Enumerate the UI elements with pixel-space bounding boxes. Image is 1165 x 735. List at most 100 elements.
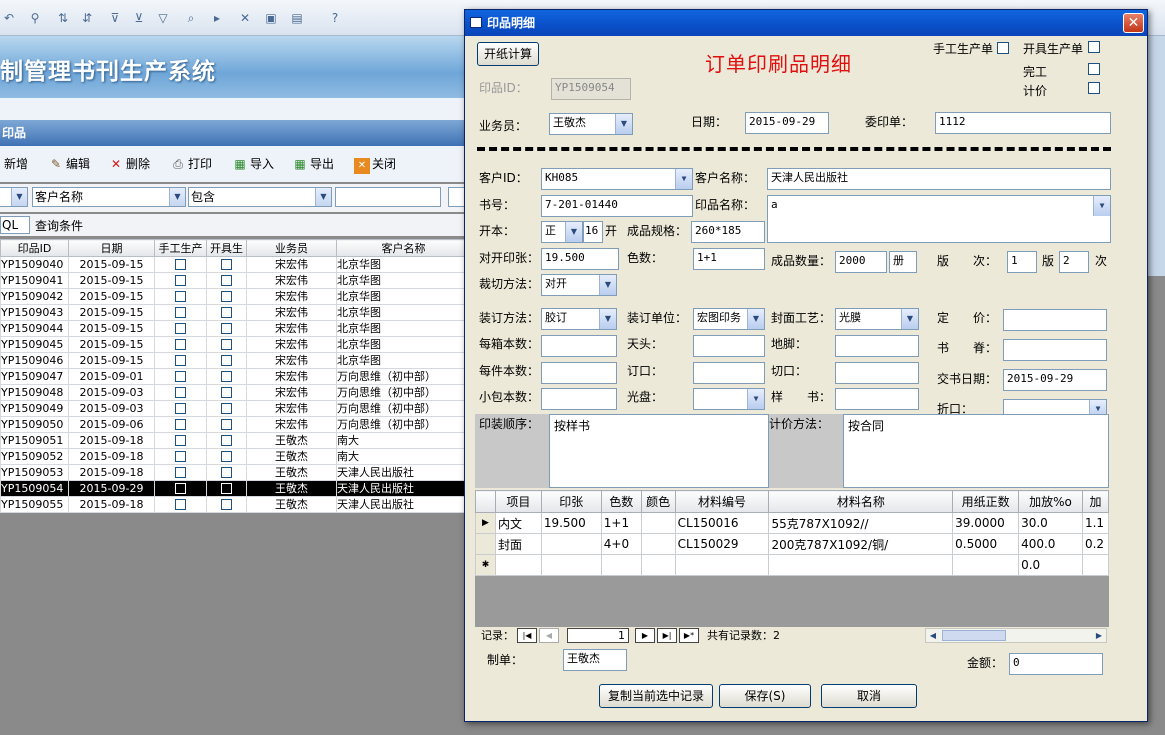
- cutmouth-field[interactable]: [835, 362, 919, 384]
- subgrid-cell[interactable]: CL150016: [674, 512, 770, 534]
- date-field[interactable]: 2015-09-29: [745, 112, 829, 134]
- table-row[interactable]: YP1509052 2015-09-18 王敬杰 南大: [0, 448, 471, 465]
- subgrid-header[interactable]: 加: [1081, 490, 1110, 513]
- subgrid-cell[interactable]: [600, 554, 642, 576]
- gutter-field[interactable]: [693, 362, 765, 384]
- filter-op-select[interactable]: 包含 ▼: [188, 187, 332, 207]
- subgrid-header[interactable]: 材料编号: [674, 490, 770, 513]
- grid-header[interactable]: 开具生: [206, 239, 247, 257]
- foot-field[interactable]: [835, 335, 919, 357]
- qty-field[interactable]: 2000: [835, 251, 887, 273]
- row-checkbox[interactable]: [221, 435, 232, 446]
- book-no-field[interactable]: 7-201-01440: [541, 195, 693, 217]
- subgrid-header[interactable]: 色数: [600, 490, 642, 513]
- subgrid-cell[interactable]: [1081, 554, 1110, 576]
- sort-desc-icon[interactable]: ⇵: [80, 11, 94, 25]
- row-checkbox[interactable]: [175, 435, 186, 446]
- table-row[interactable]: YP1509051 2015-09-18 王敬杰 南大: [0, 432, 471, 449]
- row-checkbox[interactable]: [175, 355, 186, 366]
- row-checkbox[interactable]: [221, 355, 232, 366]
- subgrid-header[interactable]: 印张: [540, 490, 602, 513]
- sample-field[interactable]: [835, 388, 919, 410]
- goto-icon[interactable]: ▸: [210, 11, 224, 25]
- subgrid-cell[interactable]: 30.0: [1018, 512, 1083, 534]
- spine-field[interactable]: [1003, 339, 1107, 361]
- subgrid-cell[interactable]: 0.2: [1081, 533, 1110, 555]
- filter-form-icon[interactable]: ⊻: [132, 11, 146, 25]
- row-checkbox[interactable]: [175, 339, 186, 350]
- import-button[interactable]: ▦ 导入: [232, 156, 274, 172]
- sheets-field[interactable]: 19.500: [541, 248, 619, 270]
- small-pack-field[interactable]: [541, 388, 617, 410]
- undo-icon[interactable]: ↶: [2, 11, 16, 25]
- table-row[interactable]: YP1509045 2015-09-15 宋宏伟 北京华图: [0, 336, 471, 353]
- table-row[interactable]: YP1509040 2015-09-15 宋宏伟 北京华图: [0, 256, 471, 273]
- scroll-thumb[interactable]: [942, 630, 1006, 641]
- delivery-field[interactable]: 2015-09-29: [1003, 369, 1107, 391]
- calc-paper-button[interactable]: 开纸计算: [477, 42, 539, 66]
- subgrid-row[interactable]: ▶ 内文 19.500 1+1 CL150016 55克787X1092//39.0000…: [475, 512, 1110, 534]
- print-button[interactable]: ⎙ 打印: [170, 156, 212, 172]
- cover-select[interactable]: 光膜 ▼: [835, 308, 919, 330]
- qty-unit-field[interactable]: 册: [889, 251, 917, 273]
- table-row[interactable]: YP1509046 2015-09-15 宋宏伟 北京华图: [0, 352, 471, 369]
- amount-field[interactable]: 0: [1009, 653, 1103, 675]
- row-checkbox[interactable]: [175, 387, 186, 398]
- subgrid-cell[interactable]: 内文: [494, 512, 542, 534]
- subgrid-header[interactable]: 项目: [494, 490, 542, 513]
- edit-button[interactable]: ✎ 编辑: [48, 156, 90, 172]
- grid-header[interactable]: 业务员: [246, 239, 337, 257]
- filter-selection-icon[interactable]: ⊽: [108, 11, 122, 25]
- subgrid-header[interactable]: 加放%o: [1018, 490, 1083, 513]
- subgrid-row[interactable]: 封面 4+0 CL150029 200克787X1092/铜/0.5000 400.0 0…: [475, 533, 1110, 555]
- row-checkbox[interactable]: [221, 499, 232, 510]
- copy-record-button[interactable]: 复制当前选中记录: [599, 684, 713, 708]
- price-field[interactable]: [1003, 309, 1107, 331]
- table-row[interactable]: YP1509050 2015-09-06 宋宏伟 万向思维（初中部）: [0, 416, 471, 433]
- color-field[interactable]: 1+1: [693, 248, 765, 270]
- size-field[interactable]: 260*185: [691, 221, 765, 243]
- row-checkbox[interactable]: [221, 259, 232, 270]
- table-row[interactable]: YP1509043 2015-09-15 宋宏伟 北京华图: [0, 304, 471, 321]
- times-field[interactable]: 2: [1059, 251, 1089, 273]
- row-checkbox[interactable]: [175, 323, 186, 334]
- row-checkbox[interactable]: [221, 339, 232, 350]
- next-record-button[interactable]: ▶: [635, 628, 655, 643]
- head-field[interactable]: [693, 335, 765, 357]
- row-checkbox[interactable]: [221, 291, 232, 302]
- bind-unit-select[interactable]: 宏图印务 ▼: [693, 308, 765, 330]
- subgrid-cell[interactable]: 200克787X1092/铜/: [768, 533, 954, 555]
- open-order-checkbox[interactable]: [1088, 41, 1100, 53]
- filter-field-select[interactable]: 客户名称 ▼: [32, 187, 186, 207]
- scroll-left-icon[interactable]: ◀: [926, 629, 940, 642]
- table-row[interactable]: YP1509041 2015-09-15 宋宏伟 北京华图: [0, 272, 471, 289]
- row-checkbox[interactable]: [175, 259, 186, 270]
- staff-select[interactable]: 王敬杰 ▼: [549, 113, 633, 135]
- row-checkbox[interactable]: [221, 307, 232, 318]
- grid-header[interactable]: 日期: [68, 239, 155, 257]
- subgrid-cell[interactable]: [640, 554, 676, 576]
- subgrid-cell[interactable]: 4+0: [600, 533, 642, 555]
- help-icon[interactable]: ?: [328, 11, 342, 25]
- order-seq-field[interactable]: 按样书: [549, 414, 769, 488]
- delete-record-icon[interactable]: ✕: [238, 11, 252, 25]
- subgrid-cell[interactable]: [768, 554, 954, 576]
- subgrid-cell[interactable]: [540, 554, 602, 576]
- dialog-close-button[interactable]: ✕: [1123, 13, 1144, 33]
- subgrid-cell[interactable]: [674, 554, 770, 576]
- close-button[interactable]: ✕ 关闭: [354, 156, 396, 174]
- current-row-icon[interactable]: ▶: [475, 512, 496, 534]
- cut-select[interactable]: 对开 ▼: [541, 274, 617, 296]
- subgrid-cell[interactable]: 39.0000: [952, 512, 1020, 534]
- row-selector[interactable]: [475, 533, 496, 555]
- new-object-icon[interactable]: ▤: [290, 11, 304, 25]
- subgrid-header[interactable]: 颜色: [640, 490, 676, 513]
- subgrid-cell[interactable]: 55克787X1092//: [768, 512, 954, 534]
- delete-button[interactable]: ✕ 删除: [108, 156, 150, 172]
- order-field[interactable]: 1112: [935, 112, 1111, 134]
- filter-value-input[interactable]: [335, 187, 441, 207]
- save-button[interactable]: 保存(S): [719, 684, 811, 708]
- subgrid-cell[interactable]: [640, 533, 676, 555]
- grid-header[interactable]: 印品ID: [0, 239, 69, 257]
- table-row[interactable]: YP1509054 2015-09-29 王敬杰 天津人民出版社: [0, 480, 471, 497]
